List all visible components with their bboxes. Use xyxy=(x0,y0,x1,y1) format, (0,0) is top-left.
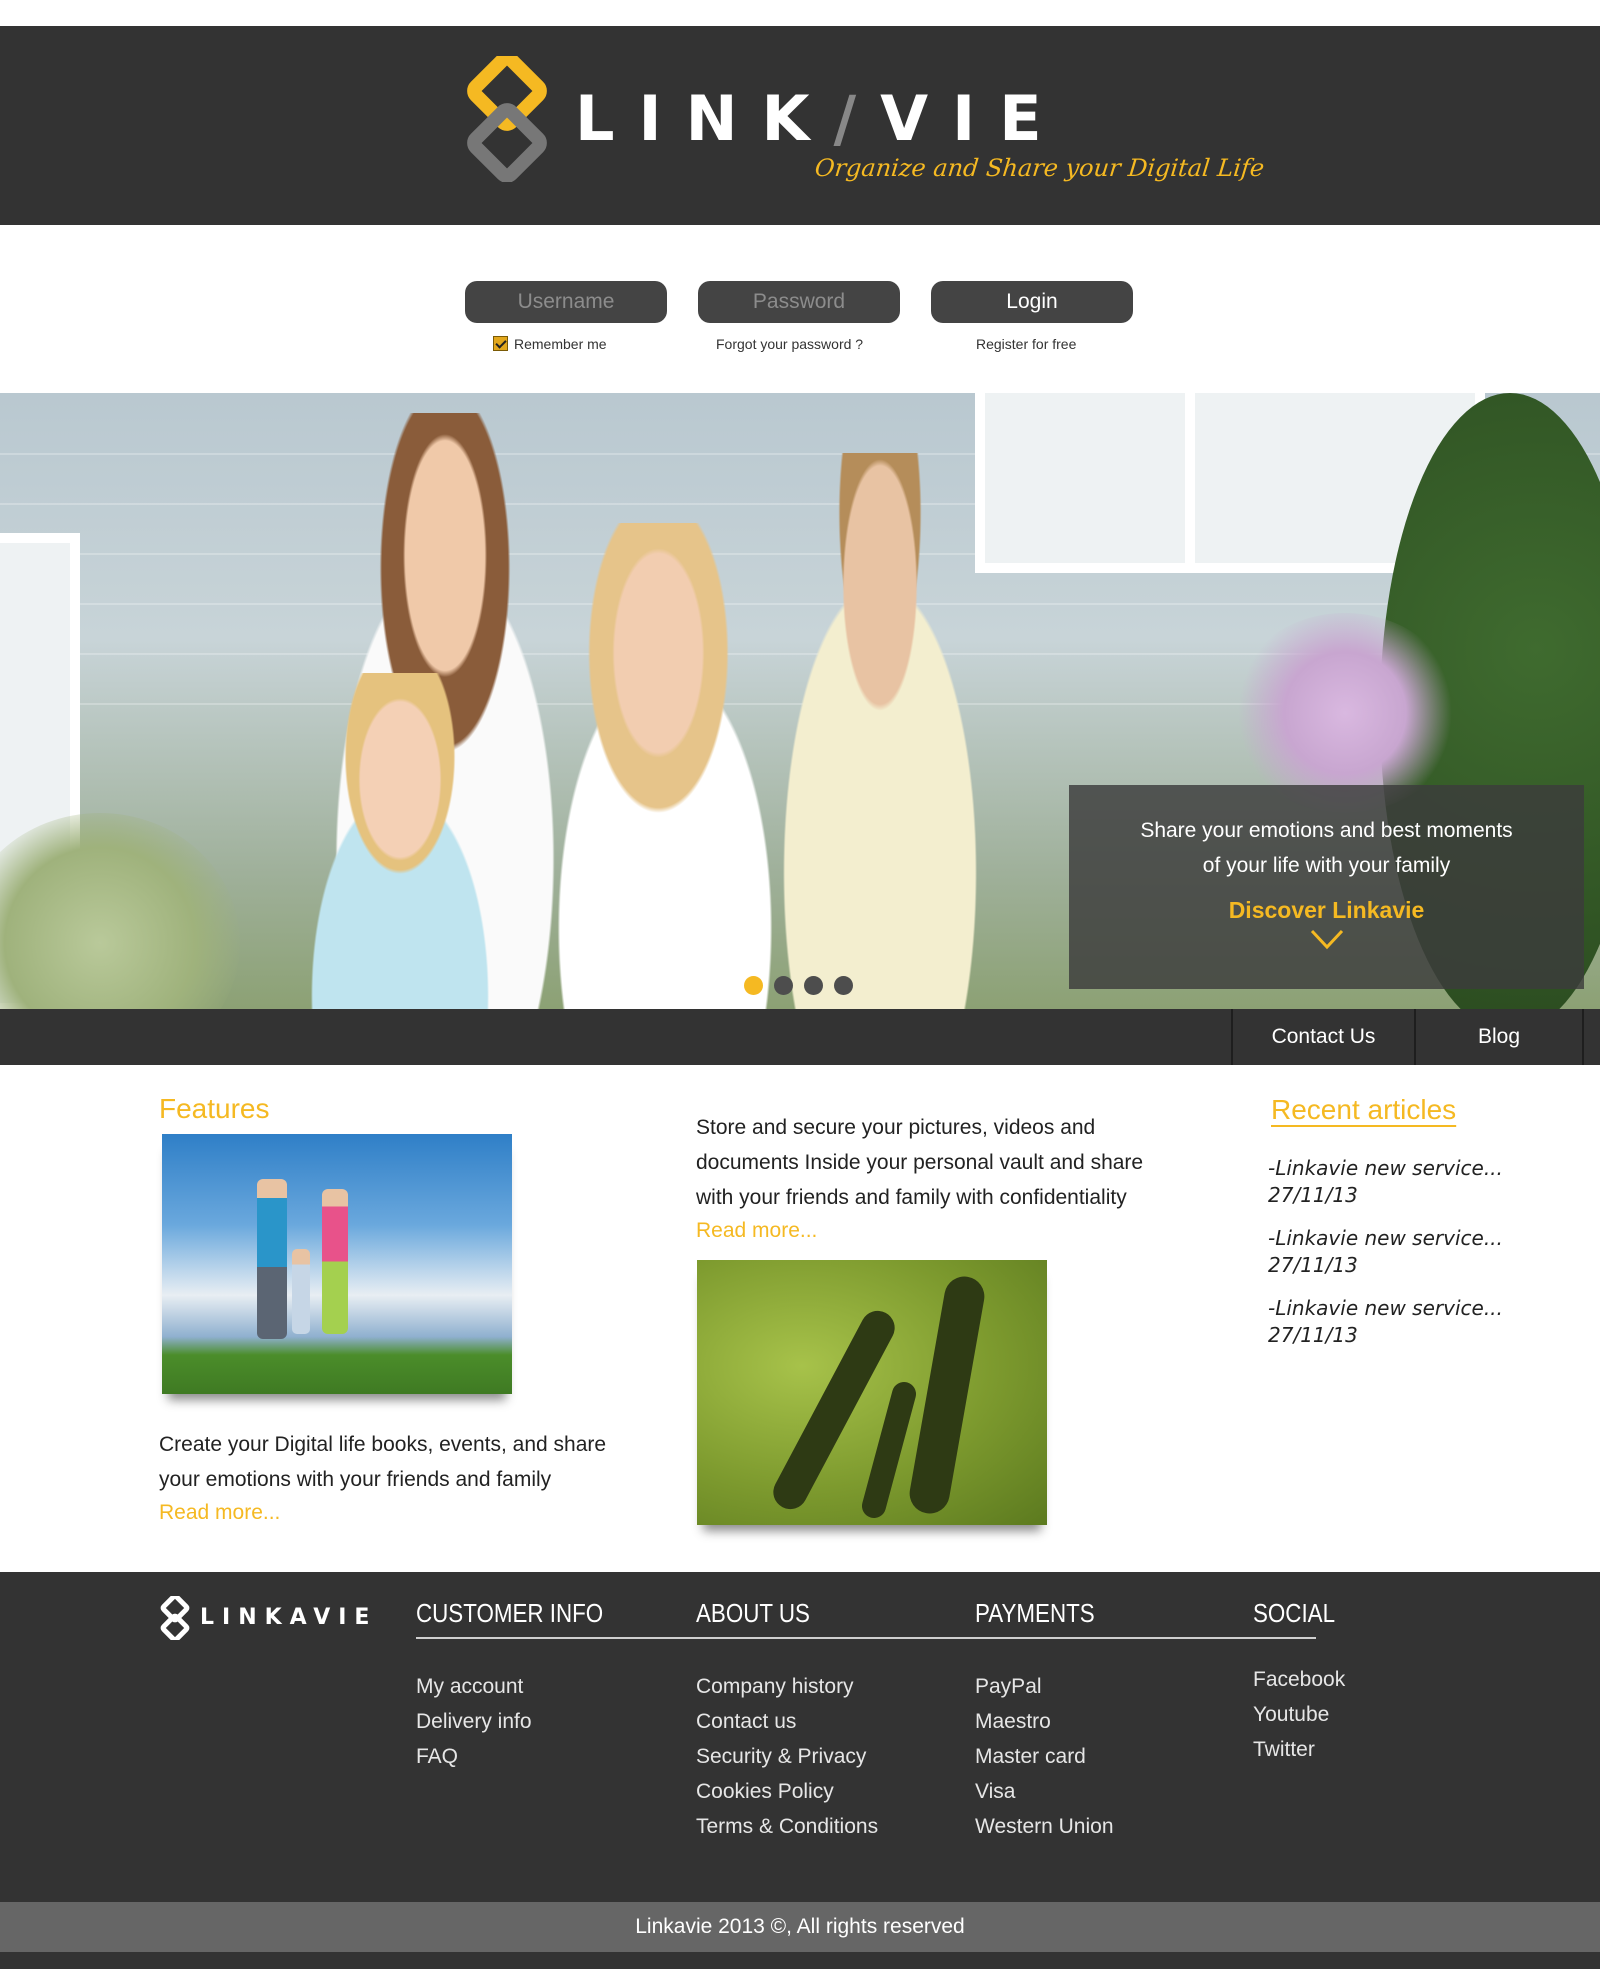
footer-link-my-account[interactable]: My account xyxy=(416,1669,532,1704)
features-title: Features xyxy=(159,1093,270,1124)
remember-me-label: Remember me xyxy=(514,336,607,352)
features-left-read-more[interactable]: Read more... xyxy=(159,1501,280,1525)
slide-dot-1[interactable] xyxy=(744,976,763,995)
recent-article-2[interactable]: -Linkavie new service... 27/11/13 xyxy=(1268,1225,1503,1279)
footer-link-delivery-info[interactable]: Delivery info xyxy=(416,1704,532,1739)
discover-link[interactable]: Discover Linkavie xyxy=(1069,897,1584,924)
username-input[interactable] xyxy=(465,281,667,323)
footer-bottom-strip xyxy=(0,1952,1600,1969)
hero-caption-line-1: Share your emotions and best moments xyxy=(1140,819,1513,842)
recent-article-3[interactable]: -Linkavie new service... 27/11/13 xyxy=(1268,1295,1503,1349)
footer-list-about-us: Company history Contact us Security & Pr… xyxy=(696,1669,878,1844)
footer-list-social: Facebook Youtube Twitter xyxy=(1253,1662,1345,1767)
footer-link-visa[interactable]: Visa xyxy=(975,1774,1114,1809)
footer-link-western-union[interactable]: Western Union xyxy=(975,1809,1114,1844)
hero-caption-line-2: of your life with your family xyxy=(1202,854,1451,877)
recent-article-1-date: 27/11/13 xyxy=(1268,1183,1358,1207)
footer-heading-payments: PAYMENTS xyxy=(975,1598,1095,1628)
nav-contact-us[interactable]: Contact Us xyxy=(1231,1009,1414,1065)
features-left-line-1: Create your Digital life books, events, … xyxy=(159,1433,607,1456)
family-jumping-photo xyxy=(162,1134,512,1394)
footer-link-cookies-policy[interactable]: Cookies Policy xyxy=(696,1774,878,1809)
footer-link-company-history[interactable]: Company history xyxy=(696,1669,878,1704)
logo-tagline: Organize and Share your Digital Life xyxy=(813,154,1266,182)
features-mid-text: Store and secure your pictures, videos a… xyxy=(696,1110,1216,1215)
site-header: LINK/VIE Organize and Share your Digital… xyxy=(0,26,1600,225)
hero-slider: Share your emotions and best moments of … xyxy=(0,393,1600,1009)
footer-list-customer-info: My account Delivery info FAQ xyxy=(416,1669,532,1774)
footer-list-payments: PayPal Maestro Master card Visa Western … xyxy=(975,1669,1114,1844)
footer-link-facebook[interactable]: Facebook xyxy=(1253,1662,1345,1697)
recent-article-2-date: 27/11/13 xyxy=(1268,1253,1358,1277)
shadows-on-grass-photo xyxy=(697,1260,1047,1525)
footer-divider xyxy=(416,1637,1316,1639)
footer-link-security-privacy[interactable]: Security & Privacy xyxy=(696,1739,878,1774)
footer-link-contact-us[interactable]: Contact us xyxy=(696,1704,878,1739)
chevron-down-icon[interactable] xyxy=(1309,927,1345,951)
footer-heading-customer-info: CUSTOMER INFO xyxy=(416,1598,604,1628)
footer-link-maestro[interactable]: Maestro xyxy=(975,1704,1114,1739)
forgot-password-link[interactable]: Forgot your password ? xyxy=(716,336,863,352)
footer-heading-about-us: ABOUT US xyxy=(696,1598,810,1628)
features-mid-line-3: with your friends and family with confid… xyxy=(696,1186,1127,1209)
linkavie-logo-icon xyxy=(467,56,547,182)
slide-dot-4[interactable] xyxy=(834,976,853,995)
features-left-text: Create your Digital life books, events, … xyxy=(159,1427,679,1497)
page: LINK/VIE Organize and Share your Digital… xyxy=(0,0,1600,1969)
features-mid-read-more[interactable]: Read more... xyxy=(696,1219,817,1243)
hero-caption: Share your emotions and best moments of … xyxy=(1069,785,1584,989)
login-button[interactable]: Login xyxy=(931,281,1133,323)
footer-link-faq[interactable]: FAQ xyxy=(416,1739,532,1774)
recent-article-1[interactable]: -Linkavie new service... 27/11/13 xyxy=(1268,1155,1503,1209)
recent-article-1-title: -Linkavie new service... xyxy=(1268,1156,1503,1180)
footer-link-master-card[interactable]: Master card xyxy=(975,1739,1114,1774)
footer-link-terms-conditions[interactable]: Terms & Conditions xyxy=(696,1809,878,1844)
features-left-line-2: your emotions with your friends and fami… xyxy=(159,1468,552,1491)
footer-heading-social: SOCIAL xyxy=(1253,1598,1336,1628)
register-link[interactable]: Register for free xyxy=(976,336,1076,352)
footer-link-youtube[interactable]: Youtube xyxy=(1253,1697,1345,1732)
slide-dot-2[interactable] xyxy=(774,976,793,995)
features-mid-line-1: Store and secure your pictures, videos a… xyxy=(696,1116,1096,1139)
recent-article-2-title: -Linkavie new service... xyxy=(1268,1226,1503,1250)
footer-logo-icon xyxy=(160,1596,190,1640)
hero-caption-text: Share your emotions and best moments of … xyxy=(1069,813,1584,883)
logo-wordmark: LINK/VIE xyxy=(575,82,1066,155)
copyright-bar: Linkavie 2013 ©, All rights reserved xyxy=(0,1902,1600,1952)
main-navbar: Contact Us Blog xyxy=(0,1009,1600,1065)
recent-article-3-title: -Linkavie new service... xyxy=(1268,1296,1503,1320)
password-input[interactable] xyxy=(698,281,900,323)
remember-me-checkbox[interactable] xyxy=(493,336,508,351)
nav-blog[interactable]: Blog xyxy=(1414,1009,1584,1065)
slide-dot-3[interactable] xyxy=(804,976,823,995)
recent-article-3-date: 27/11/13 xyxy=(1268,1323,1358,1347)
features-mid-line-2: documents Inside your personal vault and… xyxy=(696,1151,1144,1174)
recent-articles-title[interactable]: Recent articles xyxy=(1271,1094,1456,1126)
footer-link-paypal[interactable]: PayPal xyxy=(975,1669,1114,1704)
footer-logo-wordmark: LINKAVIE xyxy=(200,1605,378,1630)
footer-link-twitter[interactable]: Twitter xyxy=(1253,1732,1345,1767)
